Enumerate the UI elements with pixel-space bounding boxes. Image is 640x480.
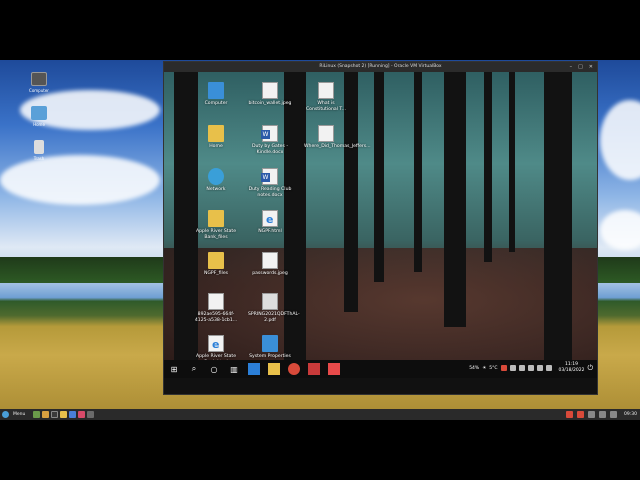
virtualbox-icon[interactable] xyxy=(69,411,77,418)
html-file-icon xyxy=(262,210,278,227)
host-trash-icon[interactable]: Trash xyxy=(27,140,51,161)
guest-icon-thomas-jefferson[interactable]: Where_Did_Thomas_Jeffers... xyxy=(304,125,371,150)
tree-trunk xyxy=(444,72,466,327)
tray-icon[interactable] xyxy=(588,411,596,418)
guest-icon-bank-files[interactable]: Apple River State Bank_files xyxy=(194,210,238,240)
tree-trunk xyxy=(414,72,422,272)
home-folder-icon xyxy=(31,106,47,120)
guest-icon-ngpf-html[interactable]: NGPF.html xyxy=(248,210,292,235)
tray-icon[interactable] xyxy=(527,365,534,371)
power-icon[interactable]: ⏻ xyxy=(587,364,593,373)
guest-icon-duty-notes[interactable]: Duty Reading Club notes.docx xyxy=(248,168,292,198)
app-icon[interactable] xyxy=(87,411,95,418)
trash-icon xyxy=(34,140,44,154)
network-tray-icon[interactable] xyxy=(599,411,607,418)
cloud xyxy=(600,210,640,250)
document-icon xyxy=(208,293,224,310)
app-icon[interactable] xyxy=(78,411,86,418)
tree-trunk xyxy=(484,72,492,262)
windows-start-icon[interactable]: ⊞ xyxy=(168,363,180,375)
guest-icon-bitcoin-wallet[interactable]: bitcoin_wallet.jpeg xyxy=(248,82,292,107)
guest-icon-network[interactable]: Network xyxy=(194,168,238,193)
folder-icon xyxy=(208,252,224,269)
tray-icon[interactable] xyxy=(509,365,516,371)
tray-icon[interactable] xyxy=(577,411,585,418)
cloud xyxy=(0,155,160,205)
word-document-icon xyxy=(261,125,278,142)
show-desktop-icon[interactable] xyxy=(33,411,41,418)
app-icon[interactable] xyxy=(308,363,320,375)
close-icon[interactable]: ✕ xyxy=(589,64,593,70)
battery-level: 54% xyxy=(469,365,480,371)
tree-trunk xyxy=(374,72,384,282)
vm-title: RiLinux (Snapshot 2) [Running] - Oracle … xyxy=(319,64,442,69)
folder-icon xyxy=(208,210,224,227)
tray-icon[interactable] xyxy=(518,365,525,371)
host-clock[interactable]: 09:30 xyxy=(624,412,637,417)
menu-icon xyxy=(2,411,9,418)
image-file-icon xyxy=(262,252,278,269)
guest-desktop: Computer bitcoin_wallet.jpeg What is Con… xyxy=(164,72,597,378)
chrome-icon[interactable] xyxy=(288,363,300,375)
document-icon xyxy=(318,125,334,142)
firefox-icon[interactable] xyxy=(42,411,50,418)
word-document-icon xyxy=(261,168,278,185)
document-icon xyxy=(318,82,334,99)
guest-icon-system-properties[interactable]: System Properties xyxy=(248,335,292,360)
terminal-icon[interactable] xyxy=(51,411,59,418)
maximize-icon[interactable]: □ xyxy=(578,64,583,70)
files-icon[interactable] xyxy=(60,411,68,418)
guest-icon-duty-kindle[interactable]: Duty by Gates - Kindle.docx xyxy=(248,125,292,155)
tree-trunk xyxy=(509,72,515,252)
host-system-tray: 09:30 xyxy=(566,411,637,418)
monitor-icon xyxy=(31,72,47,86)
guest-icon-spring-pdf[interactable]: SPRING2021QDFThAL-2.pdf xyxy=(248,293,300,323)
volume-icon[interactable] xyxy=(536,365,543,371)
pdf-file-icon xyxy=(262,293,278,310)
host-panel: Menu 09:30 xyxy=(0,409,640,420)
host-menu-button[interactable]: Menu xyxy=(2,411,25,418)
virtualbox-window[interactable]: RiLinux (Snapshot 2) [Running] - Oracle … xyxy=(163,61,598,395)
file-explorer-icon[interactable] xyxy=(268,363,280,375)
image-file-icon xyxy=(262,82,278,99)
tree-trunk xyxy=(544,72,572,360)
network-tray-icon[interactable] xyxy=(545,365,552,371)
guest-clock[interactable]: 11:19 03/18/2022 xyxy=(559,362,585,374)
task-view-icon[interactable]: ▥ xyxy=(228,363,240,375)
tray-app-icon[interactable] xyxy=(500,365,507,371)
cloud xyxy=(600,100,640,180)
html-file-icon xyxy=(208,335,224,352)
guest-icon-guid-file[interactable]: 892ae595-664f-4125-a538-1cb1... xyxy=(194,293,238,323)
home-folder-icon xyxy=(208,125,224,142)
host-desktop: Computer Home Trash RiLinux (Snapshot 2)… xyxy=(0,60,640,420)
network-icon xyxy=(208,168,224,185)
computer-icon xyxy=(208,82,224,99)
store-icon[interactable] xyxy=(248,363,260,375)
search-icon[interactable]: ⌕ xyxy=(188,363,200,375)
guest-taskbar: ⊞ ⌕ ○ ▥ 54% ☀ 5°C 11:19 03/18/2022 ⏻ xyxy=(164,360,597,378)
guest-icon-home[interactable]: Home xyxy=(194,125,238,150)
guest-icon-constitutional[interactable]: What is Constitutional T... xyxy=(304,82,348,112)
guest-system-tray: 54% ☀ 5°C 11:19 03/18/2022 ⏻ xyxy=(469,362,593,374)
guest-icon-computer[interactable]: Computer xyxy=(194,82,238,107)
host-computer-icon[interactable]: Computer xyxy=(27,72,51,93)
guest-icon-ngpf-files[interactable]: NGPF_files xyxy=(194,252,238,277)
weather-icon: ☀ xyxy=(482,365,487,371)
temperature: 5°C xyxy=(489,365,498,371)
host-home-icon[interactable]: Home xyxy=(27,106,51,127)
app-icon[interactable] xyxy=(328,363,340,375)
cortana-icon[interactable]: ○ xyxy=(208,363,220,375)
guest-icon-passwords[interactable]: passwords.jpeg xyxy=(248,252,292,277)
volume-icon[interactable] xyxy=(610,411,618,418)
minimize-icon[interactable]: – xyxy=(570,64,573,70)
vm-title-bar[interactable]: RiLinux (Snapshot 2) [Running] - Oracle … xyxy=(164,62,597,72)
system-properties-icon xyxy=(262,335,278,352)
tray-icon[interactable] xyxy=(566,411,574,418)
